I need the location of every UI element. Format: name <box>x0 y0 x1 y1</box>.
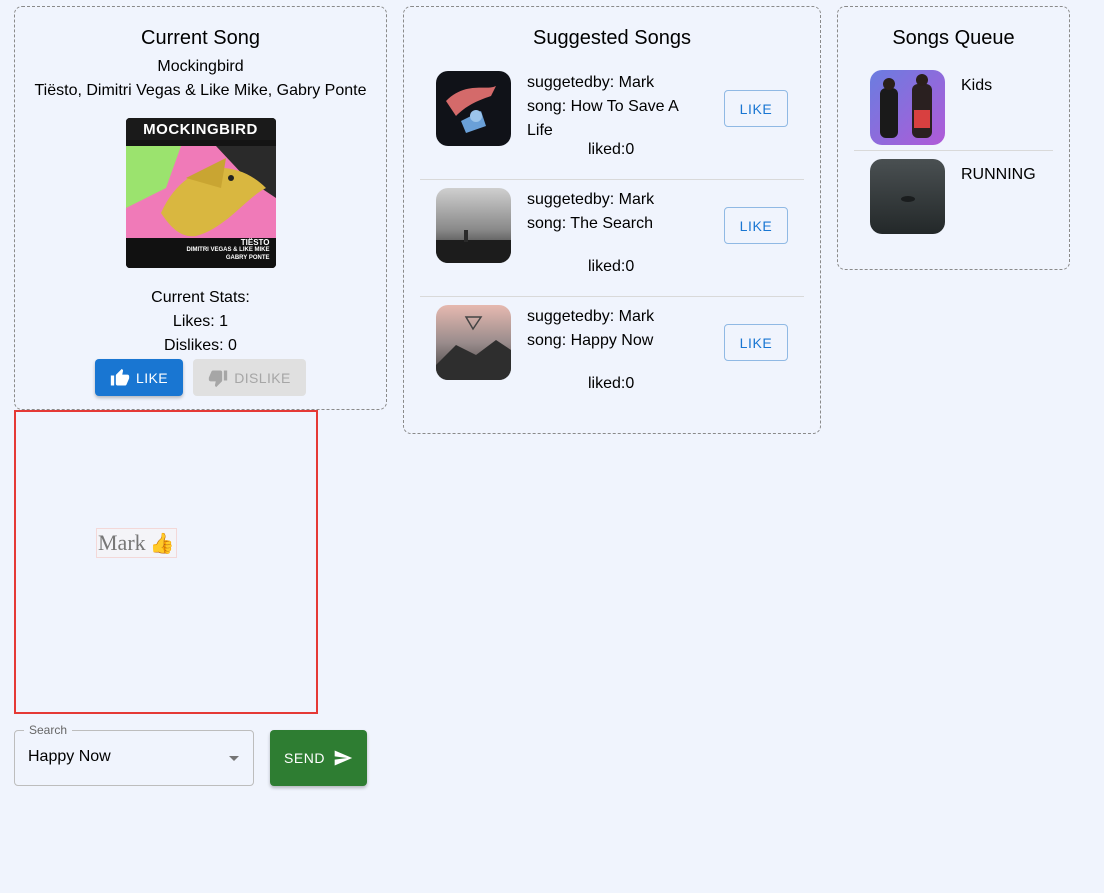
suggested-by: suggetedby: Mark <box>527 308 655 325</box>
send-button-label: SEND <box>284 750 325 766</box>
song-name: song: Happy Now <box>527 332 654 349</box>
current-song-artists: Tiësto, Dimitri Vegas & Like Mike, Gabry… <box>34 82 367 99</box>
stats-label: Current Stats: <box>151 289 250 306</box>
search-select[interactable]: Search Happy Now <box>14 723 254 786</box>
current-stats: Current Stats: Likes: 1 Dislikes: 0 <box>15 286 386 358</box>
current-song-cover: MOCKINGBIRD TIËSTO DIMITRI VEGAS & LIKE … <box>125 118 276 268</box>
cover-artist-line1: TIËSTO <box>240 238 270 247</box>
queue-item: RUNNING <box>854 150 1053 239</box>
like-button[interactable]: LIKE <box>95 359 183 396</box>
songs-queue-panel: Songs Queue Kids RUNNING <box>837 6 1070 270</box>
cover-title-text: MOCKINGBIRD <box>143 121 258 138</box>
current-song-heading: Current Song <box>141 27 260 49</box>
cover-artist-line2: DIMITRI VEGAS & LIKE MIKE <box>186 247 270 253</box>
suggested-songs-panel: Suggested Songs suggetedby: Mark song: H… <box>403 6 821 434</box>
list-item: suggetedby: Mark song: The Search liked:… <box>420 179 804 296</box>
suggested-songs-heading: Suggested Songs <box>533 27 691 49</box>
dislikes-count: Dislikes: 0 <box>164 337 237 354</box>
suggested-by: suggetedby: Mark <box>527 191 655 208</box>
like-suggestion-button[interactable]: LIKE <box>724 324 788 361</box>
liked-count: liked:0 <box>588 375 635 392</box>
song-thumbnail <box>436 71 511 146</box>
song-thumbnail <box>436 188 511 263</box>
queue-item-title: RUNNING <box>961 166 1036 183</box>
liked-count: liked:0 <box>588 141 635 158</box>
likes-count: Likes: 1 <box>172 313 229 330</box>
queue-item: Kids <box>854 62 1053 150</box>
songs-queue-heading: Songs Queue <box>892 27 1015 49</box>
queue-thumbnail <box>870 70 945 145</box>
song-thumbnail <box>436 305 511 380</box>
queue-thumbnail <box>870 159 945 234</box>
send-button[interactable]: SEND <box>270 730 367 786</box>
current-song-title: Mockingbird <box>157 58 244 75</box>
dropdown-arrow-icon[interactable] <box>229 756 239 761</box>
dislike-button-label: DISLIKE <box>234 369 291 386</box>
thumbs-up-emoji-icon: 👍 <box>149 532 175 555</box>
reaction-user: Mark <box>98 530 146 555</box>
search-value: Happy Now <box>28 748 111 765</box>
thumb-down-icon <box>209 370 228 387</box>
search-label: Search <box>24 723 73 737</box>
song-name: song: How To Save A Life <box>527 98 678 139</box>
current-song-panel: Current Song Mockingbird Tiësto, Dimitri… <box>14 6 387 410</box>
like-suggestion-button[interactable]: LIKE <box>724 207 788 244</box>
list-item: suggetedby: Mark song: How To Save A Lif… <box>420 63 804 179</box>
send-icon <box>334 750 353 766</box>
reaction-area: Mark 👍 <box>14 410 318 714</box>
liked-count: liked:0 <box>588 258 635 275</box>
suggested-by: suggetedby: Mark <box>527 74 655 91</box>
queue-item-title: Kids <box>961 77 993 94</box>
like-suggestion-button[interactable]: LIKE <box>724 90 788 127</box>
like-button-label: LIKE <box>136 369 168 386</box>
list-item: suggetedby: Mark song: Happy Now liked:0… <box>420 296 804 413</box>
thumb-up-icon <box>110 368 130 385</box>
reaction-tag: Mark 👍 <box>96 528 177 558</box>
dislike-button[interactable]: DISLIKE <box>193 359 306 396</box>
song-name: song: The Search <box>527 215 654 232</box>
cover-artist-line3: GABRY PONTE <box>225 255 270 261</box>
